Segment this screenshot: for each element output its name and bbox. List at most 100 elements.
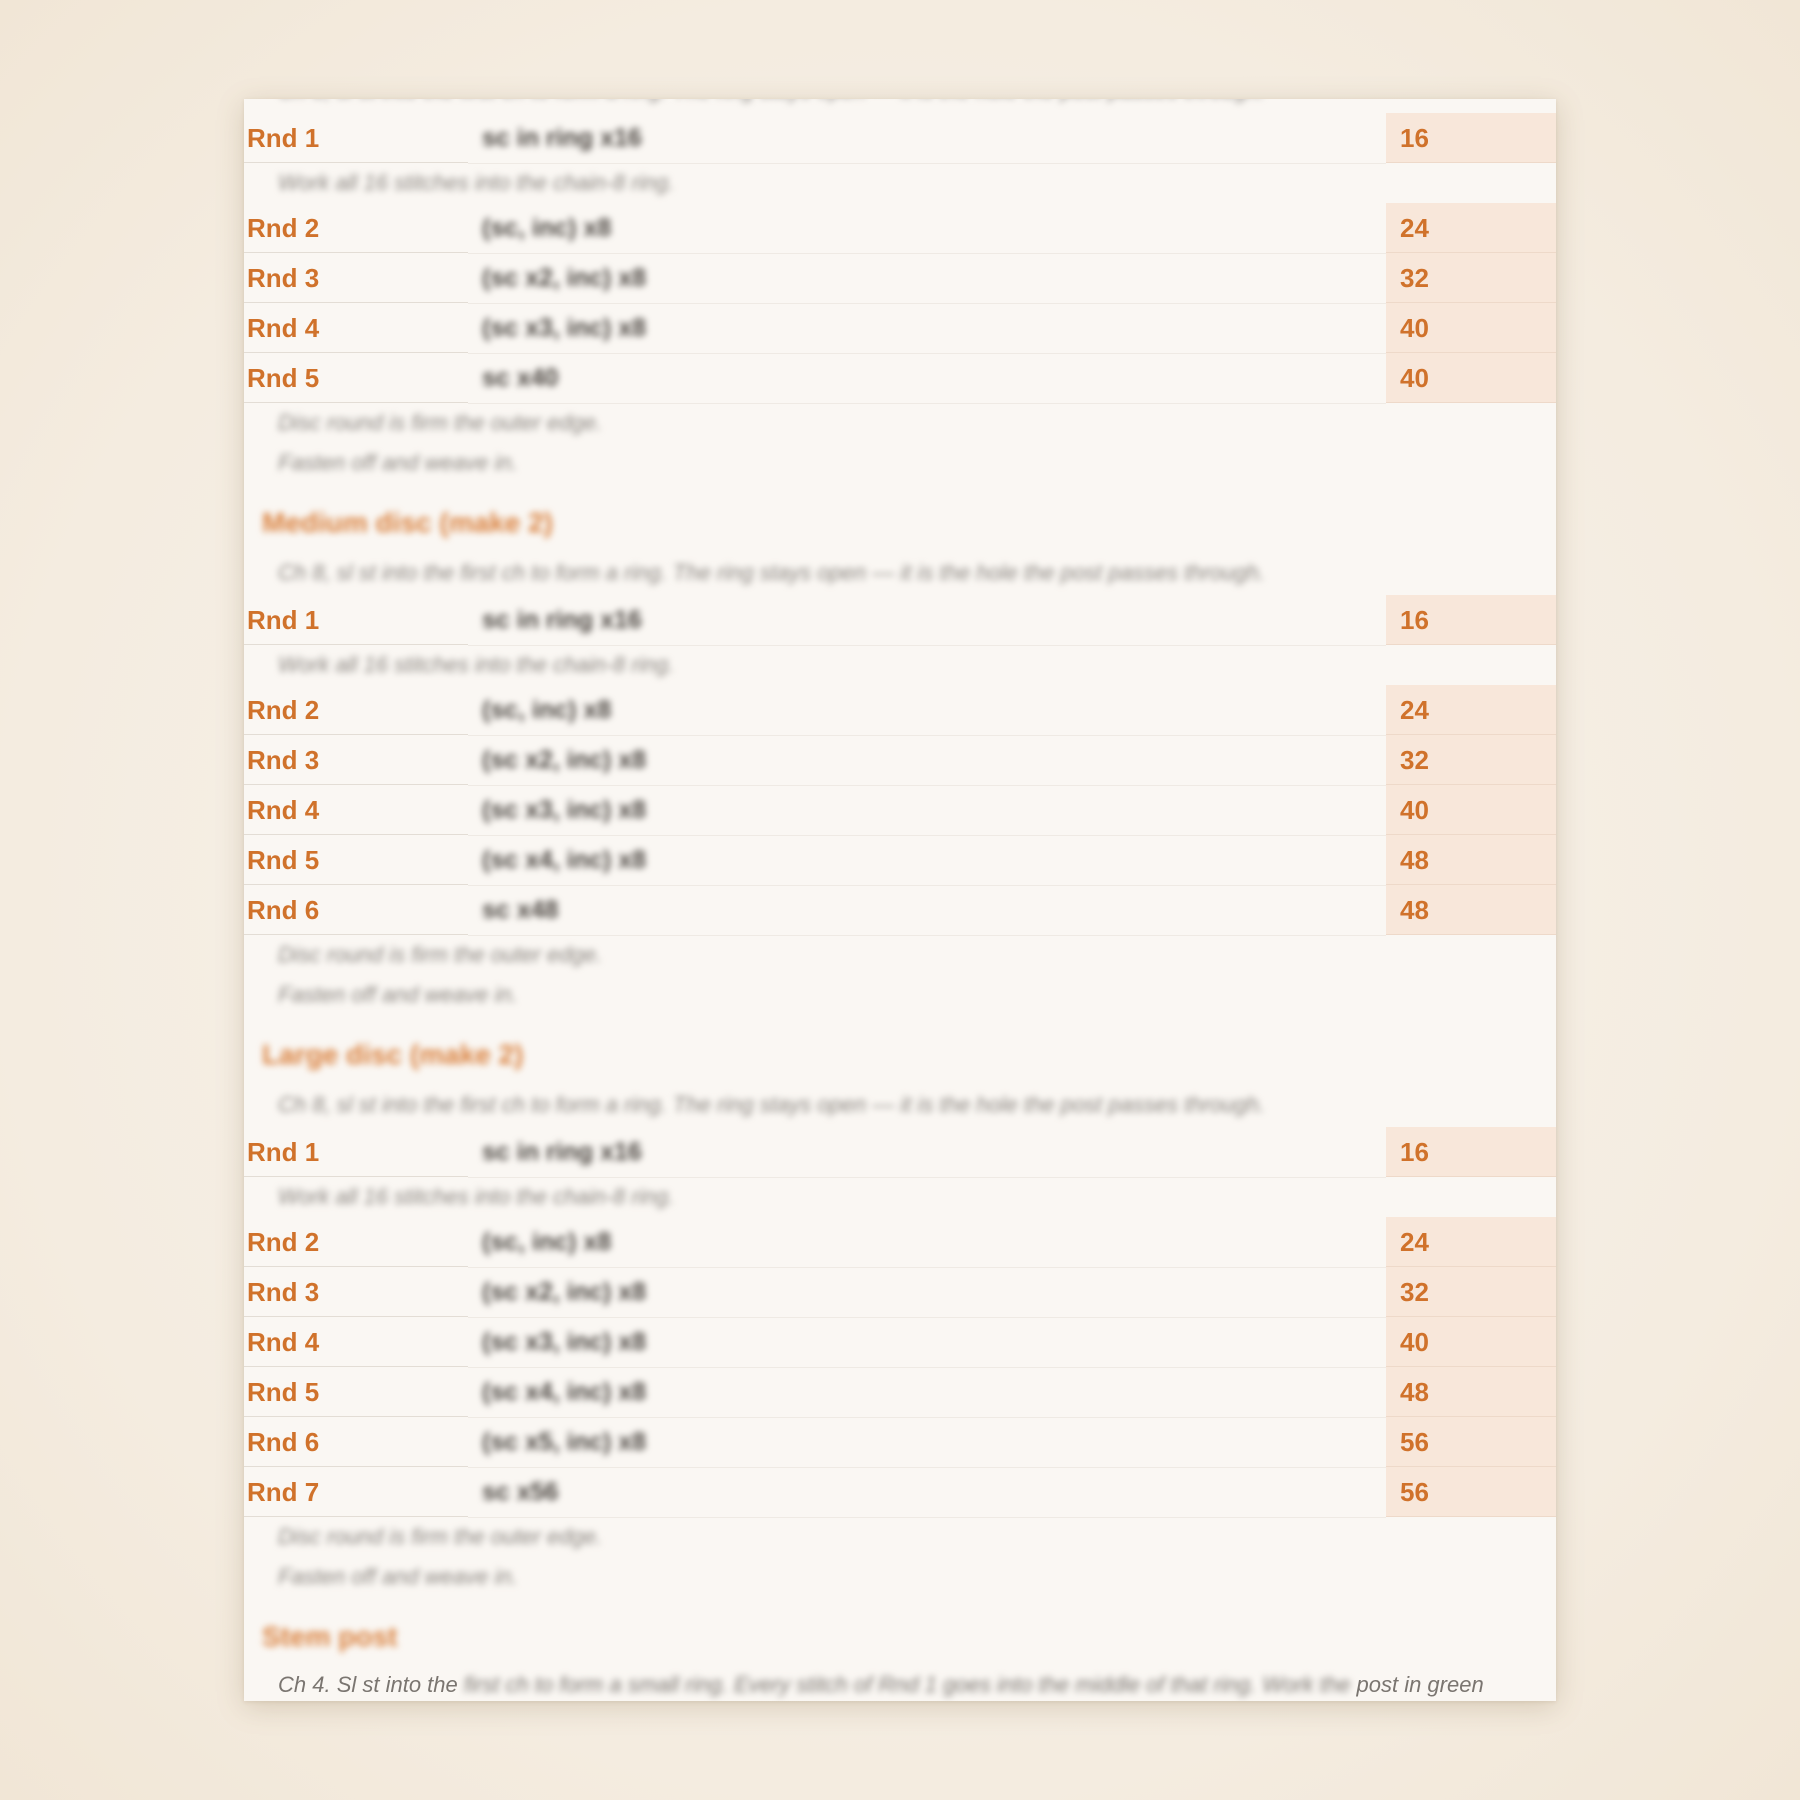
stitch-count: 56 [1386,1417,1556,1467]
round-label: Rnd 3 [244,735,468,785]
finish-note: Fasten off and weave in. [278,1564,518,1589]
round-instruction: (sc x5, inc) x8 [468,1417,1386,1468]
section-title: Large disc (make 2) [262,1039,524,1070]
round-instruction: sc x56 [468,1467,1386,1518]
stem-note-end: post in green [1356,1672,1484,1697]
round-label: Rnd 2 [244,1217,468,1267]
stitch-count: 40 [1386,785,1556,835]
instruction-text: (sc x4, inc) x8 [482,1377,646,1406]
round-label: Rnd 1 [244,595,468,645]
instruction-text: (sc x3, inc) x8 [482,795,646,824]
round-note: Work all 16 stitches into the chain-8 ri… [278,170,675,195]
round-row: Rnd 5 sc x40 40 [244,353,1556,404]
round-instruction: (sc, inc) x8 [468,203,1386,254]
round-note: Work all 16 stitches into the chain-8 ri… [278,652,675,677]
round-row: Rnd 3 (sc x2, inc) x8 32 [244,253,1556,304]
round-instruction: (sc x4, inc) x8 [468,1367,1386,1418]
round-label: Rnd 2 [244,685,468,735]
stitch-count: 40 [1386,303,1556,353]
stitch-count: 32 [1386,253,1556,303]
stitch-count: 24 [1386,685,1556,735]
round-label: Rnd 4 [244,1317,468,1367]
instruction-text: sc in ring x16 [482,123,642,152]
round-label: Rnd 3 [244,1267,468,1317]
stitch-count: 40 [1386,1317,1556,1367]
round-instruction: (sc x3, inc) x8 [468,303,1386,354]
intro-note: Ch 8, sl st into the first ch to form a … [278,1092,1265,1117]
stem-note-middle: first ch to form a small ring. Every sti… [463,1672,1351,1697]
stem-note: Ch 4. Sl st into the first ch to form a … [244,1665,1556,1701]
round-instruction: sc in ring x16 [468,1127,1386,1178]
round-instruction: sc in ring x16 [468,595,1386,646]
instruction-text: (sc x4, inc) x8 [482,845,646,874]
finish-note: Disc round is firm the outer edge. [278,1524,603,1549]
round-instruction: (sc x2, inc) x8 [468,735,1386,786]
instruction-text: (sc x3, inc) x8 [482,1327,646,1356]
finish-note: Disc round is firm the outer edge. [278,410,603,435]
instruction-text: (sc x2, inc) x8 [482,263,646,292]
round-label: Rnd 3 [244,253,468,303]
stitch-count: 48 [1386,835,1556,885]
finish-note: Fasten off and weave in. [278,982,518,1007]
round-row: Rnd 6 sc x48 48 [244,885,1556,936]
round-instruction: sc x48 [468,885,1386,936]
round-row: Rnd 1 sc in ring x16 16 [244,1127,1556,1178]
stitch-count: 16 [1386,1127,1556,1177]
stitch-count: 24 [1386,1217,1556,1267]
round-row: Rnd 6 (sc x5, inc) x8 56 [244,1417,1556,1468]
round-row: Rnd 5 (sc x4, inc) x8 48 [244,835,1556,886]
round-row: Rnd 4 (sc x3, inc) x8 40 [244,303,1556,354]
instruction-text: (sc, inc) x8 [482,1227,612,1256]
pattern-content: Ch 8, sl st into the first ch to form a … [244,99,1556,1701]
round-row: Rnd 4 (sc x3, inc) x8 40 [244,785,1556,836]
stitch-count: 48 [1386,1367,1556,1417]
round-label: Rnd 4 [244,303,468,353]
round-instruction: sc x40 [468,353,1386,404]
instruction-text: (sc x2, inc) x8 [482,745,646,774]
round-label: Rnd 5 [244,1367,468,1417]
round-label: Rnd 2 [244,203,468,253]
round-row: Rnd 1 sc in ring x16 16 [244,595,1556,646]
round-row: Rnd 2 (sc, inc) x8 24 [244,685,1556,736]
instruction-text: (sc, inc) x8 [482,213,612,242]
round-row: Rnd 5 (sc x4, inc) x8 48 [244,1367,1556,1418]
stitch-count: 32 [1386,1267,1556,1317]
round-label: Rnd 5 [244,353,468,403]
round-label: Rnd 6 [244,885,468,935]
stitch-count: 32 [1386,735,1556,785]
section-title: Medium disc (make 2) [262,507,553,538]
round-label: Rnd 1 [244,1127,468,1177]
round-label: Rnd 6 [244,1417,468,1467]
instruction-text: (sc, inc) x8 [482,695,612,724]
instruction-text: (sc x2, inc) x8 [482,1277,646,1306]
round-row: Rnd 2 (sc, inc) x8 24 [244,203,1556,254]
instruction-text: (sc x5, inc) x8 [482,1427,646,1456]
stitch-count: 40 [1386,353,1556,403]
stitch-count: 56 [1386,1467,1556,1517]
instruction-text: sc x48 [482,895,559,924]
round-instruction: (sc, inc) x8 [468,1217,1386,1268]
round-row: Rnd 7 sc x56 56 [244,1467,1556,1518]
round-label: Rnd 4 [244,785,468,835]
round-instruction: sc in ring x16 [468,113,1386,164]
round-row: Rnd 1 sc in ring x16 16 [244,113,1556,164]
round-label: Rnd 1 [244,113,468,163]
round-instruction: (sc, inc) x8 [468,685,1386,736]
intro-note: Ch 8, sl st into the first ch to form a … [244,99,1556,113]
round-label: Rnd 7 [244,1467,468,1517]
stitch-count: 48 [1386,885,1556,935]
finish-note: Disc round is firm the outer edge. [278,942,603,967]
stem-note-start: Ch 4. Sl st into the [278,1672,458,1697]
instruction-text: (sc x3, inc) x8 [482,313,646,342]
instruction-text: sc x40 [482,363,559,392]
round-row: Rnd 3 (sc x2, inc) x8 32 [244,735,1556,786]
stitch-count: 24 [1386,203,1556,253]
section-title: Stem post [262,1621,398,1652]
round-instruction: (sc x3, inc) x8 [468,1317,1386,1368]
round-instruction: (sc x2, inc) x8 [468,1267,1386,1318]
pattern-page: Ch 8, sl st into the first ch to form a … [244,99,1556,1701]
round-instruction: (sc x3, inc) x8 [468,785,1386,836]
round-instruction: (sc x4, inc) x8 [468,835,1386,886]
finish-note: Fasten off and weave in. [278,450,518,475]
instruction-text: sc x56 [482,1477,559,1506]
